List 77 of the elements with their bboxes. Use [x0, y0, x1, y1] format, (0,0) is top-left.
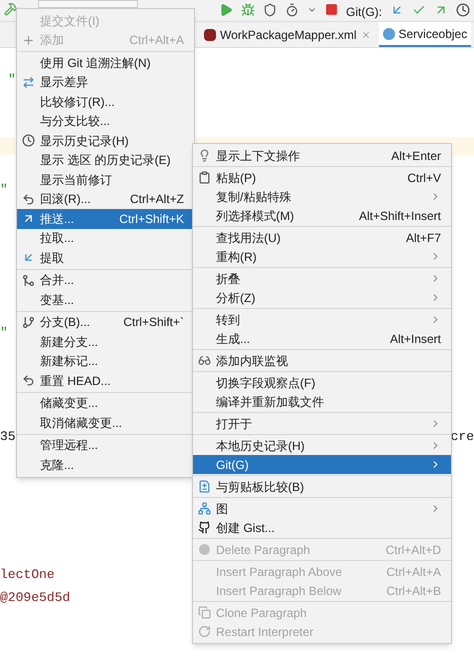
- menu-item[interactable]: 显示 选区 的历史记录(E): [17, 150, 194, 170]
- menu-item[interactable]: 创建 Gist...: [193, 518, 451, 537]
- menu-item[interactable]: 分支(B)... Ctrl+Shift+`: [17, 312, 194, 332]
- menu-item[interactable]: 变基...: [17, 290, 194, 310]
- menu-item[interactable]: 列选择模式(M) Alt+Shift+Insert: [193, 206, 451, 225]
- diagram-icon: [198, 502, 211, 515]
- class-icon: [382, 28, 394, 40]
- menu-item[interactable]: 新建分支...: [17, 332, 194, 352]
- menu-item[interactable]: 推送... Ctrl+Shift+K: [17, 209, 194, 228]
- lightbulb-icon: [198, 149, 211, 162]
- code-text: lectOne: [0, 567, 55, 583]
- clock-icon: [22, 134, 35, 148]
- clock-icon[interactable]: [456, 3, 470, 17]
- menu-item[interactable]: 查找用法(U) Alt+F7: [193, 228, 451, 247]
- menu-item[interactable]: 重置 HEAD...: [17, 371, 194, 390]
- menu-item[interactable]: 复制/粘贴特殊: [193, 187, 451, 206]
- compare-icon: [198, 480, 211, 493]
- profiler-icon[interactable]: [285, 3, 299, 17]
- menu-item[interactable]: 与分支比较...: [17, 112, 194, 131]
- menu-item[interactable]: 分析(Z): [193, 288, 451, 307]
- menu-item[interactable]: 本地历史记录(H): [193, 436, 451, 455]
- menu-item[interactable]: 图: [193, 499, 451, 518]
- menu-item[interactable]: Git(G): [193, 455, 451, 474]
- run-icon[interactable]: [219, 3, 233, 17]
- menu-item[interactable]: 回滚(R)... Ctrl+Alt+Z: [17, 190, 194, 209]
- menu-item[interactable]: 生成... Alt+Insert: [193, 329, 451, 348]
- glasses-icon: [198, 354, 211, 367]
- copy-icon: [198, 606, 211, 619]
- plus-icon: [22, 34, 35, 47]
- menu-item[interactable]: 管理远程...: [17, 436, 194, 455]
- menu-item[interactable]: 显示上下文操作 Alt+Enter: [193, 146, 451, 165]
- xml-file-icon: [204, 28, 216, 40]
- stop-icon[interactable]: [325, 3, 338, 16]
- code-text: 35: [0, 429, 16, 445]
- menu-item[interactable]: 克隆...: [17, 455, 194, 474]
- menu-item[interactable]: 比较修订(R)...: [17, 92, 194, 112]
- merge-icon: [22, 274, 35, 287]
- menu-item[interactable]: 新建标记...: [17, 352, 194, 371]
- menu-item[interactable]: 使用 Git 追溯注解(N): [17, 53, 194, 72]
- menu-item[interactable]: 转到: [193, 310, 451, 329]
- debug-icon[interactable]: [241, 3, 255, 17]
- git-label: Git(G):: [346, 4, 382, 21]
- editor-tab[interactable]: WorkPackageMapper.xml: [200, 22, 374, 47]
- code-text: ": [0, 182, 8, 198]
- hammer-icon[interactable]: [4, 2, 18, 16]
- menu-item[interactable]: 显示差异: [17, 72, 194, 92]
- arrows-icon: [22, 76, 35, 89]
- menu-item[interactable]: 显示历史记录(H): [17, 131, 194, 150]
- branch-icon: [22, 316, 35, 329]
- menu-item[interactable]: 重构(R): [193, 247, 451, 266]
- menu-item[interactable]: 折叠: [193, 269, 451, 288]
- code-text: ": [8, 72, 16, 88]
- editor-tab[interactable]: Serviceobjec: [378, 22, 472, 47]
- code-text: cre: [450, 429, 474, 445]
- menu-item[interactable]: 与剪贴板比较(B): [193, 477, 451, 496]
- menu-item[interactable]: 编译并重新加载文件: [193, 392, 451, 411]
- menu-item[interactable]: 储藏变更...: [17, 394, 194, 413]
- code-text: @209e5d5d: [0, 590, 70, 606]
- menu-item[interactable]: 拉取...: [17, 228, 194, 248]
- menu-item[interactable]: 合并...: [17, 270, 194, 290]
- code-text: ": [0, 325, 8, 341]
- menu-item[interactable]: 粘贴(P) Ctrl+V: [193, 168, 451, 187]
- menu-item[interactable]: 切换字段观察点(F): [193, 373, 451, 392]
- menu-item[interactable]: 添加内联监视: [193, 351, 451, 370]
- clipboard-icon: [198, 171, 211, 184]
- github-icon: [198, 521, 211, 534]
- circle-icon: [198, 543, 211, 556]
- menu-item[interactable]: 提取: [17, 248, 194, 268]
- menu-item[interactable]: 打开于: [193, 414, 451, 433]
- menu-item[interactable]: 取消储藏变更...: [17, 413, 194, 432]
- run-config-dropdown[interactable]: [38, 0, 138, 8]
- restart-icon: [198, 625, 211, 638]
- close-icon[interactable]: [360, 30, 370, 40]
- undo-icon: [22, 192, 35, 206]
- menu-item[interactable]: 显示当前修订: [17, 170, 194, 190]
- undo-icon: [22, 374, 35, 388]
- coverage-icon[interactable]: [263, 3, 277, 17]
